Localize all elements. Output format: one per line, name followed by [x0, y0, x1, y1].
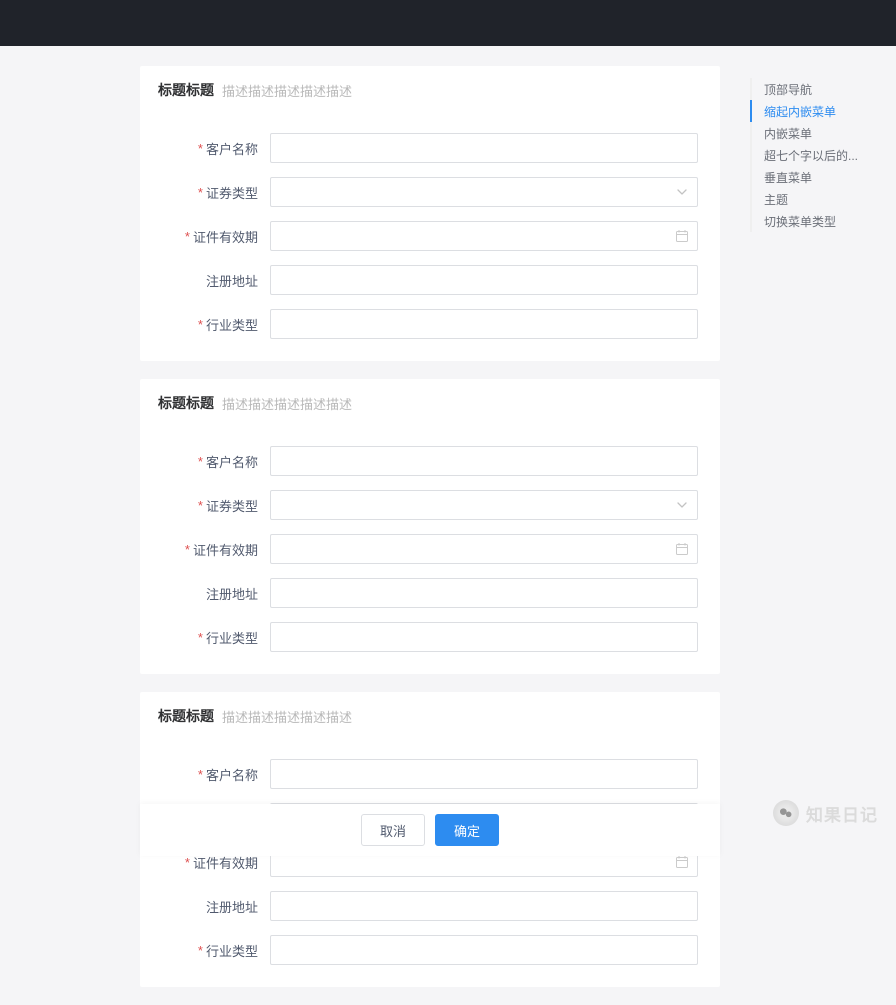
card-header: 标题标题描述描述描述描述描述 [140, 692, 720, 741]
text-input[interactable] [270, 265, 698, 295]
watermark: 知果日记 [773, 800, 878, 826]
form-label: *客户名称 [162, 139, 270, 158]
card-body: *客户名称*证券类型*证件有效期注册地址*行业类型 [140, 428, 720, 674]
top-bar [0, 0, 896, 46]
form-label-text: 客户名称 [206, 452, 258, 471]
form-row: 注册地址 [162, 578, 698, 608]
required-star-icon: * [198, 185, 203, 200]
form-label: 注册地址 [162, 584, 270, 603]
form-label-text: 证件有效期 [193, 227, 258, 246]
anchor-item[interactable]: 超七个字以后的... [750, 144, 865, 166]
form-label: *证件有效期 [162, 227, 270, 246]
form-label-text: 行业类型 [206, 628, 258, 647]
form-row: *证券类型 [162, 490, 698, 520]
anchor-item[interactable]: 缩起内嵌菜单 [750, 100, 865, 122]
form-label: *证券类型 [162, 183, 270, 202]
form-label-text: 证券类型 [206, 496, 258, 515]
anchor-item[interactable]: 切换菜单类型 [750, 210, 865, 232]
anchor-nav: 顶部导航缩起内嵌菜单内嵌菜单超七个字以后的...垂直菜单主题切换菜单类型 [750, 66, 865, 1005]
card-body: *客户名称*证券类型*证件有效期注册地址*行业类型 [140, 115, 720, 361]
form-card: 标题标题描述描述描述描述描述*客户名称*证券类型*证件有效期注册地址*行业类型 [140, 66, 720, 361]
form-label-text: 注册地址 [206, 271, 258, 290]
form-label: *行业类型 [162, 315, 270, 334]
form-row: *客户名称 [162, 133, 698, 163]
form-label-text: 行业类型 [206, 315, 258, 334]
form-row: *证件有效期 [162, 534, 698, 564]
required-star-icon: * [198, 454, 203, 469]
calendar-icon [675, 855, 689, 869]
anchor-item[interactable]: 垂直菜单 [750, 166, 865, 188]
calendar-icon [675, 229, 689, 243]
form-row: *客户名称 [162, 759, 698, 789]
text-input[interactable] [270, 891, 698, 921]
form-label: 注册地址 [162, 271, 270, 290]
required-star-icon: * [185, 229, 190, 244]
chevron-down-icon [677, 500, 687, 510]
chevron-down-icon [677, 187, 687, 197]
anchor-item[interactable]: 主题 [750, 188, 865, 210]
wechat-icon [773, 800, 799, 826]
text-input[interactable] [270, 446, 698, 476]
form-label-text: 行业类型 [206, 941, 258, 960]
required-star-icon: * [198, 943, 203, 958]
card-description: 描述描述描述描述描述 [222, 81, 352, 100]
card-description: 描述描述描述描述描述 [222, 394, 352, 413]
form-label-text: 注册地址 [206, 584, 258, 603]
date-input[interactable] [270, 221, 698, 251]
required-star-icon: * [198, 767, 203, 782]
card-title: 标题标题 [158, 706, 214, 726]
text-input[interactable] [270, 578, 698, 608]
footer-bar: 取消 确定 [140, 804, 720, 856]
watermark-text: 知果日记 [806, 801, 878, 826]
text-input[interactable] [270, 935, 698, 965]
form-label: *客户名称 [162, 765, 270, 784]
date-input[interactable] [270, 534, 698, 564]
main-area: 标题标题描述描述描述描述描述*客户名称*证券类型*证件有效期注册地址*行业类型标… [0, 46, 896, 1005]
select-input[interactable] [270, 490, 698, 520]
required-star-icon: * [198, 498, 203, 513]
card-description: 描述描述描述描述描述 [222, 707, 352, 726]
content-column: 标题标题描述描述描述描述描述*客户名称*证券类型*证件有效期注册地址*行业类型标… [140, 66, 720, 1005]
required-star-icon: * [185, 542, 190, 557]
form-label-text: 客户名称 [206, 765, 258, 784]
form-label-text: 证券类型 [206, 183, 258, 202]
form-row: *证件有效期 [162, 221, 698, 251]
form-label: *证件有效期 [162, 540, 270, 559]
required-star-icon: * [198, 630, 203, 645]
cancel-button[interactable]: 取消 [361, 814, 425, 846]
form-row: *行业类型 [162, 622, 698, 652]
form-label: *客户名称 [162, 452, 270, 471]
form-row: *证券类型 [162, 177, 698, 207]
required-star-icon: * [185, 855, 190, 870]
anchor-item[interactable]: 内嵌菜单 [750, 122, 865, 144]
form-label-text: 证件有效期 [193, 540, 258, 559]
anchor-item[interactable]: 顶部导航 [750, 78, 865, 100]
confirm-button[interactable]: 确定 [435, 814, 499, 846]
card-header: 标题标题描述描述描述描述描述 [140, 66, 720, 115]
text-input[interactable] [270, 309, 698, 339]
form-label: *行业类型 [162, 941, 270, 960]
form-label: *证券类型 [162, 496, 270, 515]
text-input[interactable] [270, 133, 698, 163]
form-row: 注册地址 [162, 891, 698, 921]
required-star-icon: * [198, 317, 203, 332]
card-header: 标题标题描述描述描述描述描述 [140, 379, 720, 428]
form-row: *客户名称 [162, 446, 698, 476]
form-row: *行业类型 [162, 935, 698, 965]
calendar-icon [675, 542, 689, 556]
text-input[interactable] [270, 759, 698, 789]
form-label: *行业类型 [162, 628, 270, 647]
form-label-text: 注册地址 [206, 897, 258, 916]
select-input[interactable] [270, 177, 698, 207]
card-title: 标题标题 [158, 393, 214, 413]
form-row: *行业类型 [162, 309, 698, 339]
card-body: *客户名称*证券类型*证件有效期注册地址*行业类型 [140, 741, 720, 987]
form-card: 标题标题描述描述描述描述描述*客户名称*证券类型*证件有效期注册地址*行业类型 [140, 379, 720, 674]
form-row: 注册地址 [162, 265, 698, 295]
card-title: 标题标题 [158, 80, 214, 100]
form-label-text: 客户名称 [206, 139, 258, 158]
form-label: 注册地址 [162, 897, 270, 916]
required-star-icon: * [198, 141, 203, 156]
text-input[interactable] [270, 622, 698, 652]
